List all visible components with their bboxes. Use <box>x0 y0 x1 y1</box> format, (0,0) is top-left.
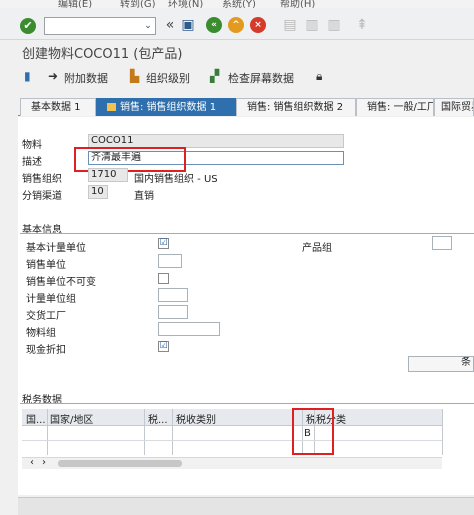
sales-unit-input[interactable] <box>158 254 182 268</box>
other-material-icon[interactable]: ▮ <box>24 69 31 83</box>
menu-bar: 编辑(E) 转到(G) 环境(N) 系统(Y) 帮助(H) <box>0 0 474 8</box>
status-bar <box>18 497 474 515</box>
menu-edit[interactable]: 编辑(E) <box>58 0 92 8</box>
arrow-right-icon[interactable]: ➜ <box>48 69 58 83</box>
menu-env[interactable]: 环境(N) <box>168 0 203 8</box>
uom-group-input[interactable] <box>158 288 188 302</box>
material-label: 物料 <box>22 140 42 151</box>
cash-discount-label: 现金折扣 <box>26 345 66 356</box>
conditions-button[interactable]: 条 <box>408 356 474 372</box>
tax-grid-header: 国... 国家/地区 税... 税收类别 税 税分类 <box>22 409 442 426</box>
cash-discount-checkbox[interactable]: ☑ <box>158 341 169 352</box>
scroll-left-icon[interactable]: ‹ <box>30 457 34 468</box>
org-levels-icon[interactable]: ▙ <box>130 69 139 83</box>
col-tax-category-code[interactable]: 税... <box>148 411 168 426</box>
sales-unit-fixed-label: 销售单位不可变 <box>26 277 96 288</box>
distribution-channel-field: 10 <box>88 185 108 199</box>
menu-system[interactable]: 系统(Y) <box>222 0 256 8</box>
sales-org-label: 销售组织 <box>22 174 62 185</box>
description-label: 描述 <box>22 157 42 168</box>
tab-label: 基本数据 1 <box>31 102 81 113</box>
product-group-label: 产品组 <box>302 243 332 254</box>
grid-divider <box>442 409 443 455</box>
material-group-label: 物料组 <box>26 328 56 339</box>
menu-goto[interactable]: 转到(G) <box>120 0 156 8</box>
scroll-thumb[interactable] <box>58 460 182 467</box>
back-icon[interactable]: « <box>206 17 222 33</box>
tab-label: 销售: 销售组织数据 1 <box>120 102 217 113</box>
material-group-input[interactable] <box>158 322 220 336</box>
col-country-code[interactable]: 国... <box>26 411 46 426</box>
app-toolbar: ▮ ➜ 附加数据 ▙ 组织级别 ▞ 检查屏幕数据 🔒︎ <box>0 66 474 90</box>
lock-icon[interactable]: 🔒︎ <box>316 69 322 84</box>
distribution-channel-label: 分销渠道 <box>22 191 62 202</box>
chevron-down-icon[interactable]: ⌄ <box>140 17 156 35</box>
tab-basic-data-1[interactable]: 基本数据 1 <box>20 98 96 116</box>
material-field: COCO11 <box>88 134 344 148</box>
tab-label: 销售: 销售组织数据 2 <box>247 102 344 113</box>
scroll-right-icon[interactable]: › <box>42 457 46 468</box>
check-screen-data-button[interactable]: 检查屏幕数据 <box>228 70 294 86</box>
tab-foreign-trade[interactable]: 国际贸易 <box>434 98 474 116</box>
first-page-icon[interactable]: ⇞ <box>354 17 370 33</box>
col-tax-category[interactable]: 税收类别 <box>176 411 216 426</box>
menu-help[interactable]: 帮助(H) <box>280 0 315 8</box>
cancel-icon[interactable]: × <box>250 17 266 33</box>
sales-org-field: 1710 <box>88 168 128 182</box>
check-icon[interactable]: ▞ <box>210 69 219 83</box>
section-divider <box>20 233 474 234</box>
find-next-icon[interactable]: ▥ <box>326 17 342 33</box>
col-country-region[interactable]: 国家/地区 <box>50 411 93 426</box>
section-divider <box>20 403 474 404</box>
base-uom-checkbox[interactable]: ☑ <box>158 238 169 249</box>
save-icon[interactable]: ▣ <box>180 17 196 33</box>
grid-divider <box>172 409 173 455</box>
sales-unit-label: 销售单位 <box>26 260 66 271</box>
base-uom-label: 基本计量单位 <box>26 243 86 254</box>
tab-strip: 基本数据 1 销售: 销售组织数据 1 销售: 销售组织数据 2 销售: 一般/… <box>18 98 474 116</box>
back-arrows-icon[interactable]: « <box>162 17 178 33</box>
tab-sales-general-plant[interactable]: 销售: 一般/工厂 <box>356 98 434 116</box>
grid-divider <box>47 409 48 455</box>
org-levels-button[interactable]: 组织级别 <box>146 70 190 86</box>
distribution-channel-text: 直销 <box>134 191 154 202</box>
grid-row-line <box>22 440 442 441</box>
tab-sales-org-1[interactable]: 销售: 销售组织数据 1 <box>96 98 236 116</box>
exit-icon[interactable]: ^ <box>228 17 244 33</box>
find-icon[interactable]: ▥ <box>304 17 320 33</box>
page-title: 创建物料COCO11 (包产品) <box>22 47 183 62</box>
delivery-plant-input[interactable] <box>158 305 188 319</box>
sales-unit-fixed-checkbox[interactable] <box>158 273 169 284</box>
enter-icon[interactable]: ✔ <box>20 18 36 34</box>
product-group-input[interactable] <box>432 236 452 250</box>
tab-sales-org-2[interactable]: 销售: 销售组织数据 2 <box>236 98 356 116</box>
highlight-box <box>292 408 334 455</box>
tab-label: 销售: 一般/工厂 <box>367 102 434 113</box>
delivery-plant-label: 交货工厂 <box>26 311 66 322</box>
sales-org-text: 国内销售组织 - US <box>134 174 218 185</box>
print-icon[interactable]: ▤ <box>282 17 298 33</box>
horizontal-scrollbar[interactable]: ‹ › <box>22 457 442 469</box>
flag-icon <box>107 103 116 111</box>
additional-data-button[interactable]: 附加数据 <box>64 70 108 86</box>
grid-divider <box>144 409 145 455</box>
tab-label: 国际贸易 <box>441 102 473 113</box>
uom-group-label: 计量单位组 <box>26 294 76 305</box>
content-panel <box>18 117 474 495</box>
